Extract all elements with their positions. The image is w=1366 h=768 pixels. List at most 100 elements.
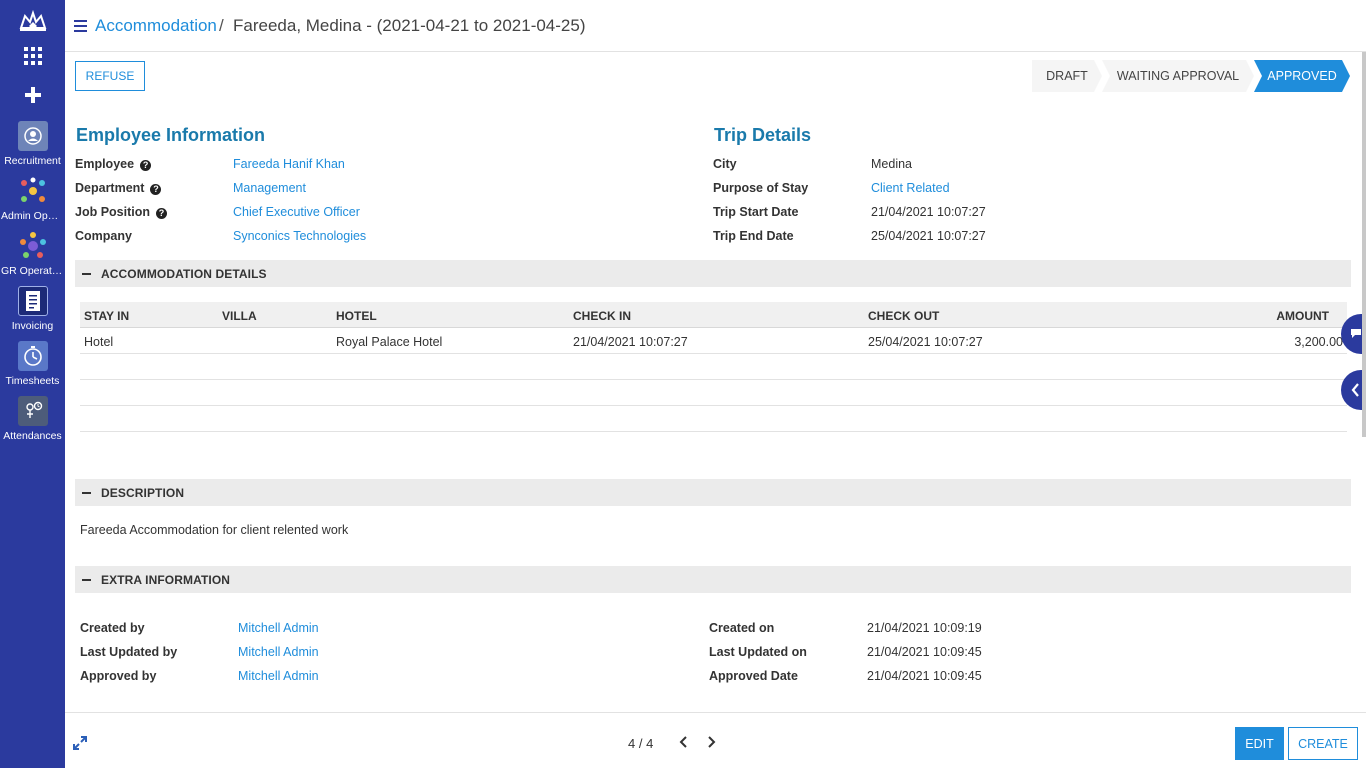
table-row[interactable]: Hotel Royal Palace Hotel 21/04/2021 10:0… [80,328,1347,354]
table-cell: Hotel [84,335,114,349]
home-logo-icon[interactable] [17,10,49,34]
trip-start-label: Trip Start Date [713,205,799,219]
apps-grid-icon[interactable] [24,47,42,65]
menu-toggle-icon[interactable] [74,20,87,32]
sidebar-app-label: Admin Oper... [1,210,65,222]
help-icon[interactable]: ? [150,184,162,195]
chat-icon [1351,329,1361,338]
column-header[interactable]: VILLA [222,309,257,323]
scrollbar[interactable] [1362,52,1366,437]
city-value: Medina [871,157,912,171]
column-header[interactable]: CHECK OUT [868,309,939,323]
collapse-icon [82,492,91,494]
column-header[interactable]: HOTEL [336,309,377,323]
control-panel-header: Accommodation / Fareeda, Medina - (2021-… [65,0,1366,52]
company-label: Company [75,229,132,243]
created-by-label: Created by [80,621,145,635]
sidebar-app-label: Attendances [3,430,62,442]
recruitment-icon [17,121,48,151]
edit-button[interactable]: EDIT [1235,727,1284,760]
table-cell: Royal Palace Hotel [336,335,443,349]
collapse-icon [82,273,91,275]
attendances-icon [17,396,48,426]
table-cell: 21/04/2021 10:07:27 [573,335,688,349]
trip-start-value: 21/04/2021 10:07:27 [871,205,986,219]
footer-bar: 4 / 4 EDIT CREATE [65,712,1366,768]
sidebar-app-gr-operations[interactable]: GR Operatio... [0,231,65,277]
invoicing-icon [17,286,48,316]
chevron-left-icon[interactable] [678,735,690,749]
breadcrumb-separator: / [219,16,224,35]
employee-value[interactable]: Fareeda Hanif Khan [233,157,345,171]
approved-date-value: 21/04/2021 10:09:45 [867,669,982,683]
create-button[interactable]: CREATE [1288,727,1358,760]
extra-information-section-header[interactable]: EXTRA INFORMATION [75,566,1351,593]
column-header[interactable]: CHECK IN [573,309,631,323]
accommodation-details-section-header[interactable]: ACCOMMODATION DETAILS [75,260,1351,287]
trip-end-label: Trip End Date [713,229,794,243]
admin-operations-icon [18,176,48,206]
job-position-label: Job Position? [75,205,167,219]
column-header[interactable]: AMOUNT [1276,309,1329,323]
table-cell: 3,200.00 [1294,335,1343,349]
section-title: ACCOMMODATION DETAILS [101,267,267,281]
description-section-header[interactable]: DESCRIPTION [75,479,1351,506]
help-icon[interactable]: ? [156,208,167,219]
created-on-label: Created on [709,621,775,635]
created-on-value: 21/04/2021 10:09:19 [867,621,982,635]
purpose-label: Purpose of Stay [713,181,809,195]
last-updated-by-label: Last Updated by [80,645,178,659]
gr-operations-icon [18,231,48,261]
chevron-right-icon[interactable] [705,735,717,749]
column-header[interactable]: STAY IN [84,309,129,323]
breadcrumb-accommodation-link[interactable]: Accommodation [95,16,217,36]
expand-icon[interactable] [73,736,87,750]
trip-end-value: 25/04/2021 10:07:27 [871,229,986,243]
sidebar-app-timesheets[interactable]: Timesheets [0,341,65,387]
sidebar-app-attendances[interactable]: Attendances [0,396,65,442]
status-waiting-approval[interactable]: WAITING APPROVAL [1104,60,1252,92]
table-row-empty [80,406,1347,432]
department-label: Department? [75,181,162,195]
pager-value[interactable]: 4 / 4 [628,736,653,751]
sidebar-app-recruitment[interactable]: Recruitment [0,121,65,167]
table-row-empty [80,380,1347,406]
last-updated-by-value[interactable]: Mitchell Admin [238,645,319,659]
help-icon[interactable]: ? [140,160,152,171]
description-text: Fareeda Accommodation for client relente… [80,523,349,537]
plus-icon[interactable] [24,86,42,104]
breadcrumb-current: Fareeda, Medina - (2021-04-21 to 2021-04… [233,16,586,35]
approved-date-label: Approved Date [709,669,798,683]
sidebar-app-invoicing[interactable]: Invoicing [0,286,65,332]
job-position-value[interactable]: Chief Executive Officer [233,205,360,219]
sidebar-app-label: Recruitment [4,155,61,167]
app-sidebar: Recruitment Admin Oper... GR Operatio...… [0,0,65,768]
sidebar-app-label: Invoicing [11,320,54,332]
status-approved: APPROVED [1267,69,1337,83]
status-draft[interactable]: DRAFT [1032,60,1102,92]
table-row-empty [80,354,1347,380]
last-updated-on-value: 21/04/2021 10:09:45 [867,645,982,659]
purpose-value[interactable]: Client Related [871,181,950,195]
sidebar-app-admin-operations[interactable]: Admin Oper... [0,176,65,222]
trip-details-title: Trip Details [714,125,812,145]
timesheets-icon [17,341,48,371]
last-updated-on-label: Last Updated on [709,645,807,659]
employee-info-title: Employee Information [76,125,266,145]
table-cell: 25/04/2021 10:07:27 [868,335,983,349]
sidebar-app-label: GR Operatio... [1,265,65,277]
company-value[interactable]: Synconics Technologies [233,229,366,243]
approved-by-label: Approved by [80,669,157,683]
created-by-value[interactable]: Mitchell Admin [238,621,319,635]
section-title: EXTRA INFORMATION [101,573,231,587]
section-title: DESCRIPTION [101,486,185,500]
chevron-left-icon [1351,383,1359,397]
refuse-button[interactable]: REFUSE [75,61,145,91]
accommodation-table-header: STAY IN VILLA HOTEL CHECK IN CHECK OUT A… [80,302,1347,328]
approved-by-value[interactable]: Mitchell Admin [238,669,319,683]
sidebar-app-label: Timesheets [5,375,60,387]
city-label: City [713,157,737,171]
employee-label: Employee? [75,157,152,171]
department-value[interactable]: Management [233,181,306,195]
collapse-icon [82,579,91,581]
